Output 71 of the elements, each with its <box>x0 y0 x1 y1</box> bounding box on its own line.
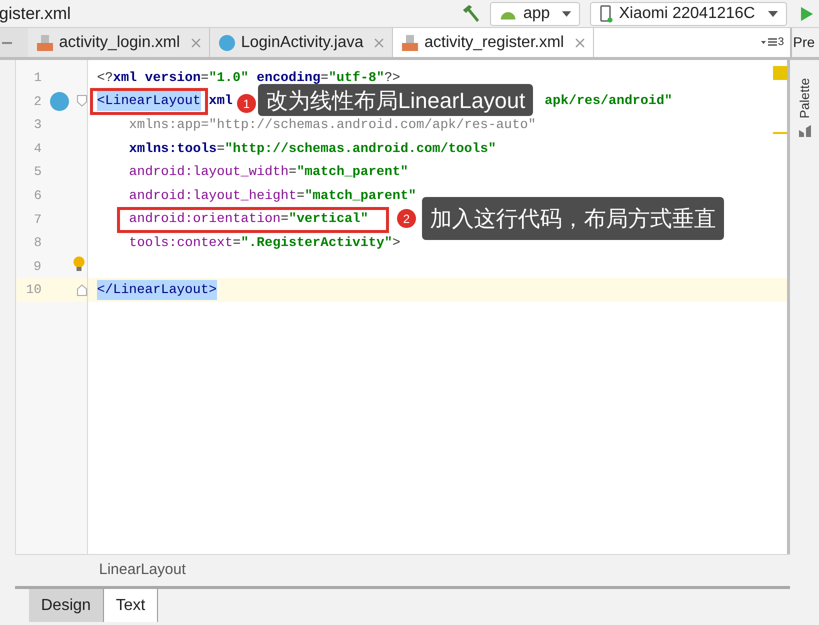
code-token: "http://schemas.android.com/tools" <box>224 140 496 158</box>
list-icon <box>760 38 777 48</box>
tab-overflow-menu[interactable]: 3 <box>760 28 790 57</box>
code-token: = <box>288 163 297 182</box>
code-token: = <box>320 68 328 87</box>
file-title: gister.xml <box>0 2 71 25</box>
step-badge: 2 <box>397 209 416 228</box>
line-number: 10 <box>24 281 42 300</box>
panel-title: Pre <box>793 33 815 52</box>
code-token: = <box>296 186 305 205</box>
editor-tab[interactable]: LoginActivity.java <box>210 28 394 57</box>
code-token: xml <box>208 92 233 110</box>
line-number: 2 <box>32 92 42 111</box>
line-number: 4 <box>32 140 42 158</box>
fold-icon[interactable] <box>77 95 87 108</box>
code-token: = <box>280 210 289 228</box>
xml-file-icon <box>401 34 420 52</box>
xml-file-icon <box>36 34 54 52</box>
view-tab[interactable]: Design <box>29 589 104 622</box>
line-number: 9 <box>32 258 42 276</box>
annotation-callout: 加入这行代码，布局方式垂直 <box>422 197 724 240</box>
class-icon[interactable] <box>50 92 69 111</box>
lightbulb-icon[interactable] <box>73 256 86 272</box>
step-badge: 1 <box>237 94 256 113</box>
close-icon[interactable] <box>190 38 201 48</box>
code-token: encoding <box>256 68 320 87</box>
breadcrumb-item[interactable]: LinearLayout <box>99 559 186 582</box>
class-icon <box>218 34 236 52</box>
close-icon[interactable] <box>574 38 585 48</box>
code-token: android:layout_width <box>129 163 289 182</box>
code-token: <? <box>97 68 113 87</box>
fold-icon[interactable] <box>77 284 87 296</box>
run-icon[interactable] <box>801 6 813 20</box>
code-token: xml version <box>112 68 201 87</box>
close-icon[interactable] <box>374 38 384 48</box>
code-token: </LinearLayout> <box>97 280 217 300</box>
code-token: "1.0" <box>208 68 249 87</box>
caret-icon <box>768 10 778 16</box>
code-token: = <box>216 140 225 158</box>
line-number: 8 <box>32 234 42 252</box>
warning-marker[interactable] <box>773 66 787 80</box>
line-number: 1 <box>32 69 42 88</box>
code-token: tools:context <box>129 234 233 252</box>
code-token: xmlns:app="http://schemas.android.com/apk/res-auto" <box>129 116 536 134</box>
run-config-dropdown[interactable]: app <box>490 2 580 26</box>
editor-tab[interactable]: activity_login.xml <box>28 28 210 57</box>
code-token: "utf-8" <box>328 68 384 87</box>
code-token: android:orientation <box>129 210 281 228</box>
phone-icon <box>599 4 613 22</box>
code-token: "vertical" <box>288 210 368 228</box>
code-token: android:layout_height <box>129 186 297 205</box>
line-number: 3 <box>32 116 42 134</box>
code-token: "match_parent" <box>304 186 416 205</box>
code-token: xmlns:tools <box>129 140 217 158</box>
code-token: > <box>392 234 400 252</box>
view-tab[interactable]: Text <box>104 589 158 622</box>
code-token: ".RegisterActivity" <box>240 234 392 252</box>
annotation-callout: 改为线性布局LinearLayout <box>258 84 534 116</box>
palette-icon[interactable] <box>798 124 812 138</box>
line-number: 5 <box>32 163 42 182</box>
line-number: 7 <box>32 210 42 229</box>
code-token: = <box>200 68 209 87</box>
code-token: <LinearLayout <box>97 91 201 112</box>
device-dropdown[interactable]: Xiaomi 22041216C <box>590 2 787 26</box>
code-token: ?> <box>384 68 400 87</box>
code-token: apk/res/android" <box>544 92 672 110</box>
line-number: 6 <box>32 187 42 206</box>
code-token: "match_parent" <box>296 163 408 182</box>
palette-tab[interactable]: Palette <box>794 78 814 118</box>
caret-icon <box>562 10 571 16</box>
code-token: = <box>232 234 241 252</box>
